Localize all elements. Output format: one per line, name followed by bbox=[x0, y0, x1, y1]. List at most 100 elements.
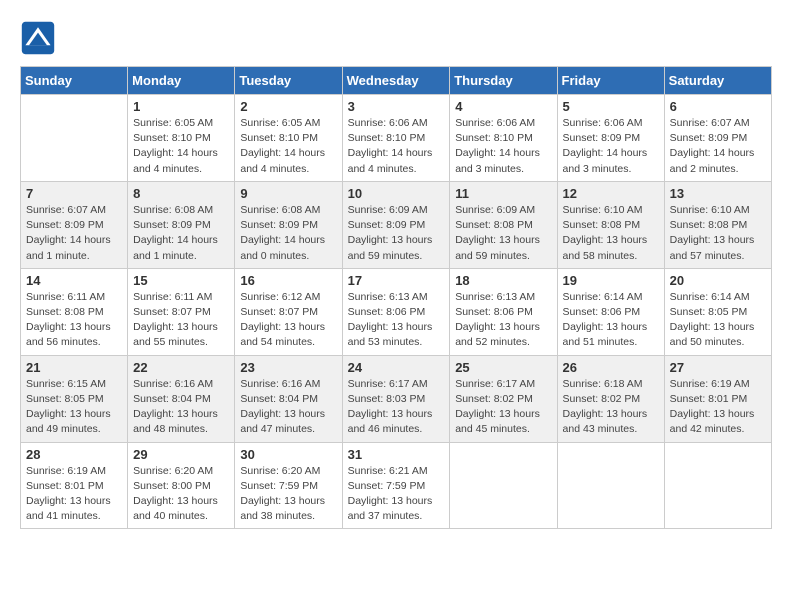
calendar-table: SundayMondayTuesdayWednesdayThursdayFrid… bbox=[20, 66, 772, 529]
calendar-cell: 11Sunrise: 6:09 AMSunset: 8:08 PMDayligh… bbox=[450, 181, 557, 268]
day-info: Sunrise: 6:08 AMSunset: 8:09 PMDaylight:… bbox=[240, 203, 336, 264]
day-info: Sunrise: 6:05 AMSunset: 8:10 PMDaylight:… bbox=[240, 116, 336, 177]
calendar-cell: 18 Sunrise: 6:13 AMSunset: 8:06 PMDayligh… bbox=[450, 268, 557, 355]
calendar-cell: 28Sunrise: 6:19 AMSunset: 8:01 PMDayligh… bbox=[21, 442, 128, 529]
day-info: Sunrise: 6:17 AMSunset: 8:03 PMDaylight:… bbox=[348, 377, 445, 438]
day-number: 17 bbox=[348, 273, 445, 288]
calendar-cell: 31 Sunrise: 6:21 AMSunset: 7:59 PMDayligh… bbox=[342, 442, 450, 529]
day-number: 19 bbox=[563, 273, 659, 288]
day-info: Sunrise: 6:19 AMSunset: 8:01 PMDaylight:… bbox=[670, 377, 766, 438]
calendar-cell: 6 Sunrise: 6:07 AMSunset: 8:09 PMDaylight… bbox=[664, 95, 771, 182]
calendar-cell: 20 Sunrise: 6:14 AMSunset: 8:05 PMDayligh… bbox=[664, 268, 771, 355]
calendar-cell: 5 Sunrise: 6:06 AMSunset: 8:09 PMDaylight… bbox=[557, 95, 664, 182]
calendar-cell: 23Sunrise: 6:16 AMSunset: 8:04 PMDayligh… bbox=[235, 355, 342, 442]
day-number: 12 bbox=[563, 186, 659, 201]
day-info: Sunrise: 6:06 AMSunset: 8:10 PMDaylight:… bbox=[455, 116, 551, 177]
day-number: 21 bbox=[26, 360, 122, 375]
day-number: 31 bbox=[348, 447, 445, 462]
calendar-cell: 14 Sunrise: 6:11 AMSunset: 8:08 PMDayligh… bbox=[21, 268, 128, 355]
day-number: 22 bbox=[133, 360, 229, 375]
calendar-cell: 25 Sunrise: 6:17 AMSunset: 8:02 PMDayligh… bbox=[450, 355, 557, 442]
calendar-cell: 26Sunrise: 6:18 AMSunset: 8:02 PMDayligh… bbox=[557, 355, 664, 442]
calendar-cell: 10Sunrise: 6:09 AMSunset: 8:09 PMDayligh… bbox=[342, 181, 450, 268]
day-number: 26 bbox=[563, 360, 659, 375]
day-number: 18 bbox=[455, 273, 551, 288]
calendar-cell: 1Sunrise: 6:05 AMSunset: 8:10 PMDaylight… bbox=[128, 95, 235, 182]
day-info: Sunrise: 6:20 AMSunset: 7:59 PMDaylight:… bbox=[240, 464, 336, 525]
calendar-cell: 19Sunrise: 6:14 AMSunset: 8:06 PMDayligh… bbox=[557, 268, 664, 355]
day-number: 16 bbox=[240, 273, 336, 288]
day-info: Sunrise: 6:07 AMSunset: 8:09 PMDaylight:… bbox=[26, 203, 122, 264]
day-number: 11 bbox=[455, 186, 551, 201]
calendar-cell bbox=[21, 95, 128, 182]
day-info: Sunrise: 6:15 AMSunset: 8:05 PMDaylight:… bbox=[26, 377, 122, 438]
day-number: 2 bbox=[240, 99, 336, 114]
calendar-day-header: Saturday bbox=[664, 67, 771, 95]
calendar-cell bbox=[450, 442, 557, 529]
calendar-cell bbox=[664, 442, 771, 529]
day-info: Sunrise: 6:20 AMSunset: 8:00 PMDaylight:… bbox=[133, 464, 229, 525]
calendar-cell: 24Sunrise: 6:17 AMSunset: 8:03 PMDayligh… bbox=[342, 355, 450, 442]
day-number: 9 bbox=[240, 186, 336, 201]
day-info: Sunrise: 6:10 AMSunset: 8:08 PMDaylight:… bbox=[670, 203, 766, 264]
calendar-cell: 15Sunrise: 6:11 AMSunset: 8:07 PMDayligh… bbox=[128, 268, 235, 355]
day-number: 5 bbox=[563, 99, 659, 114]
calendar-cell: 2 Sunrise: 6:05 AMSunset: 8:10 PMDaylight… bbox=[235, 95, 342, 182]
day-info: Sunrise: 6:06 AMSunset: 8:09 PMDaylight:… bbox=[563, 116, 659, 177]
calendar-cell bbox=[557, 442, 664, 529]
calendar-cell: 7 Sunrise: 6:07 AMSunset: 8:09 PMDaylight… bbox=[21, 181, 128, 268]
day-number: 30 bbox=[240, 447, 336, 462]
calendar-week-row: 7 Sunrise: 6:07 AMSunset: 8:09 PMDaylight… bbox=[21, 181, 772, 268]
calendar-week-row: 1 Sunrise: 6:05 AMSunset: 8:10 PMDaylight… bbox=[21, 95, 772, 182]
calendar-cell: 4 Sunrise: 6:06 AMSunset: 8:10 PMDaylight… bbox=[450, 95, 557, 182]
calendar-cell: 9 Sunrise: 6:08 AMSunset: 8:09 PMDaylight… bbox=[235, 181, 342, 268]
day-number: 3 bbox=[348, 99, 445, 114]
calendar-day-header: Friday bbox=[557, 67, 664, 95]
calendar-cell: 17 Sunrise: 6:13 AMSunset: 8:06 PMDayligh… bbox=[342, 268, 450, 355]
calendar-week-row: 28Sunrise: 6:19 AMSunset: 8:01 PMDayligh… bbox=[21, 442, 772, 529]
calendar-week-row: 14 Sunrise: 6:11 AMSunset: 8:08 PMDayligh… bbox=[21, 268, 772, 355]
calendar-cell: 3Sunrise: 6:06 AMSunset: 8:10 PMDaylight… bbox=[342, 95, 450, 182]
day-number: 25 bbox=[455, 360, 551, 375]
calendar-cell: 27 Sunrise: 6:19 AMSunset: 8:01 PMDayligh… bbox=[664, 355, 771, 442]
day-info: Sunrise: 6:17 AMSunset: 8:02 PMDaylight:… bbox=[455, 377, 551, 438]
calendar-day-header: Tuesday bbox=[235, 67, 342, 95]
calendar-day-header: Wednesday bbox=[342, 67, 450, 95]
day-number: 27 bbox=[670, 360, 766, 375]
day-number: 1 bbox=[133, 99, 229, 114]
calendar-cell: 16 Sunrise: 6:12 AMSunset: 8:07 PMDayligh… bbox=[235, 268, 342, 355]
day-number: 4 bbox=[455, 99, 551, 114]
day-info: Sunrise: 6:07 AMSunset: 8:09 PMDaylight:… bbox=[670, 116, 766, 177]
day-info: Sunrise: 6:08 AMSunset: 8:09 PMDaylight:… bbox=[133, 203, 229, 264]
day-number: 7 bbox=[26, 186, 122, 201]
day-number: 20 bbox=[670, 273, 766, 288]
calendar-cell: 29 Sunrise: 6:20 AMSunset: 8:00 PMDayligh… bbox=[128, 442, 235, 529]
day-number: 29 bbox=[133, 447, 229, 462]
day-info: Sunrise: 6:11 AMSunset: 8:08 PMDaylight:… bbox=[26, 290, 122, 351]
calendar-day-header: Monday bbox=[128, 67, 235, 95]
day-info: Sunrise: 6:14 AMSunset: 8:05 PMDaylight:… bbox=[670, 290, 766, 351]
page-header bbox=[20, 20, 772, 56]
day-number: 13 bbox=[670, 186, 766, 201]
calendar-day-header: Sunday bbox=[21, 67, 128, 95]
day-number: 14 bbox=[26, 273, 122, 288]
logo bbox=[20, 20, 60, 56]
day-info: Sunrise: 6:21 AMSunset: 7:59 PMDaylight:… bbox=[348, 464, 445, 525]
day-info: Sunrise: 6:16 AMSunset: 8:04 PMDaylight:… bbox=[240, 377, 336, 438]
day-info: Sunrise: 6:10 AMSunset: 8:08 PMDaylight:… bbox=[563, 203, 659, 264]
calendar-day-header: Thursday bbox=[450, 67, 557, 95]
day-number: 6 bbox=[670, 99, 766, 114]
day-info: Sunrise: 6:16 AMSunset: 8:04 PMDaylight:… bbox=[133, 377, 229, 438]
calendar-cell: 21 Sunrise: 6:15 AMSunset: 8:05 PMDayligh… bbox=[21, 355, 128, 442]
day-info: Sunrise: 6:12 AMSunset: 8:07 PMDaylight:… bbox=[240, 290, 336, 351]
day-info: Sunrise: 6:09 AMSunset: 8:09 PMDaylight:… bbox=[348, 203, 445, 264]
calendar-week-row: 21 Sunrise: 6:15 AMSunset: 8:05 PMDayligh… bbox=[21, 355, 772, 442]
calendar-cell: 13 Sunrise: 6:10 AMSunset: 8:08 PMDayligh… bbox=[664, 181, 771, 268]
logo-icon bbox=[20, 20, 56, 56]
calendar-cell: 12 Sunrise: 6:10 AMSunset: 8:08 PMDayligh… bbox=[557, 181, 664, 268]
day-number: 8 bbox=[133, 186, 229, 201]
day-info: Sunrise: 6:13 AMSunset: 8:06 PMDaylight:… bbox=[348, 290, 445, 351]
day-info: Sunrise: 6:11 AMSunset: 8:07 PMDaylight:… bbox=[133, 290, 229, 351]
day-info: Sunrise: 6:13 AMSunset: 8:06 PMDaylight:… bbox=[455, 290, 551, 351]
calendar-cell: 22 Sunrise: 6:16 AMSunset: 8:04 PMDayligh… bbox=[128, 355, 235, 442]
